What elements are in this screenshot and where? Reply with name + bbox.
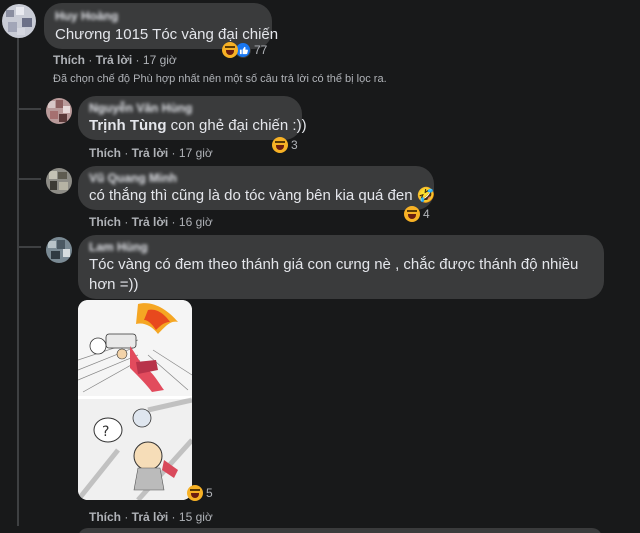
reply-link[interactable]: Trả lời [96, 53, 133, 67]
filter-notice: Đã chọn chế độ Phù hợp nhất nên một số c… [53, 73, 387, 85]
haha-icon [187, 485, 203, 501]
comment-bubble-partial [78, 528, 602, 533]
comment-actions: Thích · Trả lời · 17 giờ [53, 53, 177, 67]
thread-branch [17, 246, 41, 248]
reaction-summary[interactable]: 4 [404, 206, 430, 222]
comment-time[interactable]: 16 giờ [179, 215, 213, 229]
comment-time[interactable]: 15 giờ [179, 510, 213, 524]
haha-icon [222, 42, 238, 58]
like-link[interactable]: Thích [53, 53, 85, 67]
avatar[interactable] [46, 168, 72, 194]
reaction-count: 3 [291, 138, 298, 152]
comment-actions: Thích · Trả lời · 15 giờ [89, 510, 213, 524]
thread-branch [17, 178, 41, 180]
reaction-count: 77 [254, 43, 268, 57]
mention-link[interactable]: Trịnh Tùng [89, 117, 166, 134]
comment-text: con ghẻ đại chiến :)) [166, 117, 307, 134]
comment-actions: Thích · Trả lời · 16 giờ [89, 215, 213, 229]
comment-author[interactable]: Huy Hoàng [55, 9, 118, 23]
like-link[interactable]: Thích [89, 510, 121, 524]
thread-branch [17, 108, 41, 110]
like-link[interactable]: Thích [89, 146, 121, 160]
reaction-count: 4 [423, 207, 430, 221]
comment-author[interactable]: Vũ Quang Minh [89, 171, 177, 185]
comment-actions: Thích · Trả lời · 17 giờ [89, 146, 213, 160]
avatar[interactable] [46, 237, 72, 263]
reply-link[interactable]: Trả lời [132, 215, 169, 229]
reaction-summary[interactable]: 5 [187, 485, 213, 501]
reaction-summary[interactable]: 77 [222, 42, 267, 58]
like-link[interactable]: Thích [89, 215, 121, 229]
reply-link[interactable]: Trả lời [132, 146, 169, 160]
avatar[interactable] [2, 4, 36, 38]
comment-image[interactable]: ? [78, 300, 192, 500]
reaction-count: 5 [206, 486, 213, 500]
comment-text-container: Trịnh Tùng con ghẻ đại chiến :)) [89, 116, 307, 136]
haha-icon [404, 206, 420, 222]
comment-text: Tóc vàng có đem theo thánh giá con cưng … [89, 256, 579, 293]
comment-time[interactable]: 17 giờ [143, 53, 177, 67]
comment-author[interactable]: Nguyễn Văn Hùng [89, 101, 192, 115]
haha-icon [272, 137, 288, 153]
comment-bubble: Lam Hùng Tóc vàng có đem theo thánh giá … [78, 235, 604, 299]
reaction-summary[interactable]: 3 [272, 137, 298, 153]
comment-bubble: Nguyễn Văn Hùng Trịnh Tùng con ghẻ đại c… [78, 96, 307, 140]
reply-link[interactable]: Trả lời [132, 510, 169, 524]
avatar[interactable] [46, 98, 72, 124]
comment-bubble: Vũ Quang Minh có thắng thì cũng là do tó… [78, 166, 436, 210]
svg-text:?: ? [102, 424, 109, 440]
comment-author[interactable]: Lam Hùng [89, 240, 148, 254]
comment-text: có thắng thì cũng là do tóc vàng bên kia… [89, 187, 436, 204]
comment-time[interactable]: 17 giờ [179, 146, 213, 160]
